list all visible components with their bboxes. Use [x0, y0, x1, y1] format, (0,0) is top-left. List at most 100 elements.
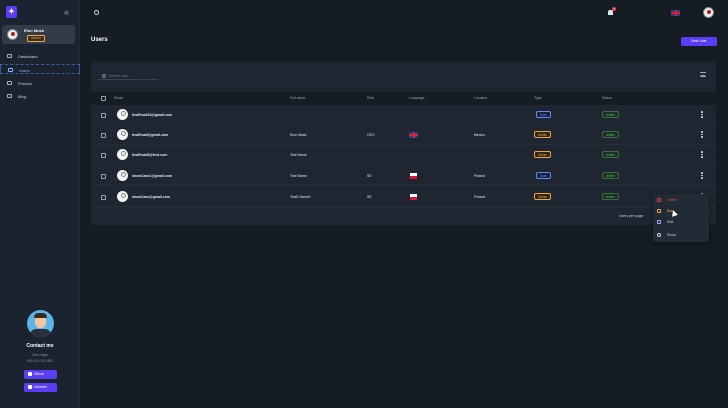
type-badge: User: [536, 172, 551, 179]
topbar: [80, 0, 728, 26]
topbar-avatar[interactable]: [703, 7, 714, 18]
user-card[interactable]: Elon Musk Admin: [2, 25, 75, 44]
sidebar-item-label: Blog: [18, 94, 27, 99]
search-input[interactable]: [109, 72, 154, 79]
collapse-sidebar-icon[interactable]: «: [64, 7, 69, 17]
table-header: Email Full name Role Language Location T…: [91, 92, 716, 105]
sidebar-item-label: Product: [18, 81, 32, 86]
user-role-badge: Admin: [27, 35, 45, 42]
row-menu-icon[interactable]: [701, 151, 703, 159]
poland-flag-icon: [410, 173, 417, 179]
blog-icon: [7, 94, 12, 98]
menu-item-show[interactable]: Show: [653, 229, 709, 241]
column-header-email[interactable]: Email: [114, 96, 123, 100]
column-header-location[interactable]: Location: [474, 96, 487, 100]
github-icon: [27, 372, 32, 377]
row-email: showCase1@gmail.com: [132, 174, 172, 178]
row-email: testEmail@gmail.com: [132, 133, 169, 137]
row-role: SE: [367, 174, 372, 178]
table-row[interactable]: testEmail3@test.com Test Name Admin Acti…: [91, 145, 716, 165]
table-row[interactable]: showCase@gmail.com Test2 Name2 SE Poland…: [91, 187, 716, 207]
linkedin-button[interactable]: Linkedin: [23, 383, 57, 392]
sidebar-item-product[interactable]: Product: [0, 78, 80, 88]
column-header-status[interactable]: Status: [602, 96, 612, 100]
status-badge: Active: [602, 151, 619, 158]
ban-icon: [657, 209, 661, 213]
row-email: testEmail3@test.com: [132, 153, 168, 157]
select-all-checkbox[interactable]: [101, 96, 106, 101]
row-location: Mexico: [474, 133, 486, 137]
notification-badge: 1: [612, 7, 616, 11]
row-email: testEmail16@gmail.com: [132, 113, 173, 117]
status-badge: Active: [602, 172, 619, 179]
filter-icon[interactable]: [700, 72, 706, 77]
rows-per-page-label: Users per page:: [619, 214, 644, 218]
type-badge: Admin: [534, 131, 552, 138]
row-fullname: Test Name: [290, 174, 307, 178]
row-checkbox[interactable]: [101, 133, 106, 138]
language-flag-icon[interactable]: [671, 10, 680, 16]
row-checkbox[interactable]: [101, 113, 106, 118]
status-badge: Active: [602, 111, 619, 118]
uk-flag-icon: [409, 132, 418, 138]
sidebar-item-dashboard[interactable]: Dashboard: [0, 51, 80, 61]
column-header-language[interactable]: Language: [409, 96, 425, 100]
table-row[interactable]: testEmail16@gmail.com User Active: [91, 105, 716, 125]
contact-title: Contact me: [26, 343, 54, 349]
linkedin-label: Linkedin: [33, 385, 47, 389]
app-logo[interactable]: ✦: [6, 6, 17, 18]
users-icon: [8, 68, 13, 72]
status-badge: Active: [602, 193, 619, 200]
row-avatar: [117, 109, 128, 120]
row-location: Poland: [474, 174, 485, 178]
row-checkbox[interactable]: [101, 195, 106, 200]
row-avatar: [117, 129, 128, 140]
users-table-card: Email Full name Role Language Location T…: [91, 62, 716, 225]
github-button[interactable]: Github: [23, 370, 57, 379]
status-badge: Active: [602, 131, 619, 138]
row-checkbox[interactable]: [101, 153, 106, 158]
contact-section: Contact me Deb Hage 040 101 102 803 Gith…: [0, 310, 80, 392]
user-name: Elon Musk: [24, 28, 45, 33]
search-icon[interactable]: [94, 10, 99, 15]
user-avatar: [7, 29, 18, 40]
search-icon: [102, 74, 106, 78]
row-checkbox[interactable]: [101, 174, 106, 179]
table-row[interactable]: testEmail@gmail.com Elon Musk CEO Mexico…: [91, 125, 716, 145]
search-box: [98, 70, 158, 80]
row-menu-icon[interactable]: [701, 111, 703, 119]
row-menu-icon[interactable]: [701, 172, 703, 180]
menu-item-label: Show: [667, 233, 676, 237]
sidebar-item-label: Users: [19, 68, 30, 73]
sidebar: ✦ « Elon Musk Admin Dashboard Users Prod…: [0, 0, 80, 408]
row-fullname: Test Name: [290, 153, 307, 157]
new-user-button[interactable]: New User: [681, 37, 717, 46]
table-row[interactable]: showCase1@gmail.com Test Name SE Poland …: [91, 166, 716, 186]
sidebar-item-users[interactable]: Users: [0, 64, 80, 74]
row-fullname: Elon Musk: [290, 133, 307, 137]
row-menu-icon[interactable]: [701, 131, 703, 139]
github-label: Github: [33, 372, 44, 376]
row-role: SE: [367, 195, 372, 199]
trash-icon: [657, 198, 661, 202]
type-badge: Admin: [534, 193, 552, 200]
sidebar-item-label: Dashboard: [18, 54, 38, 59]
eye-icon: [657, 233, 661, 237]
edit-icon: [657, 220, 661, 224]
poland-flag-icon: [410, 194, 417, 200]
row-location: Poland: [474, 195, 485, 199]
type-badge: Admin: [534, 151, 552, 158]
row-email: showCase@gmail.com: [132, 195, 171, 199]
column-header-fullname[interactable]: Full name: [290, 96, 305, 100]
row-fullname: Test2 Name2: [290, 195, 311, 199]
row-role: CEO: [367, 133, 375, 137]
product-icon: [7, 81, 12, 85]
column-header-role[interactable]: Role: [367, 96, 374, 100]
column-header-type[interactable]: Type: [534, 96, 542, 100]
menu-item-edit[interactable]: Edit: [653, 216, 709, 228]
page-title: Users: [91, 37, 108, 43]
sidebar-item-blog[interactable]: Blog: [0, 91, 80, 101]
row-avatar: [117, 170, 128, 181]
menu-item-label: Edit: [667, 220, 674, 224]
row-avatar: [117, 191, 128, 202]
